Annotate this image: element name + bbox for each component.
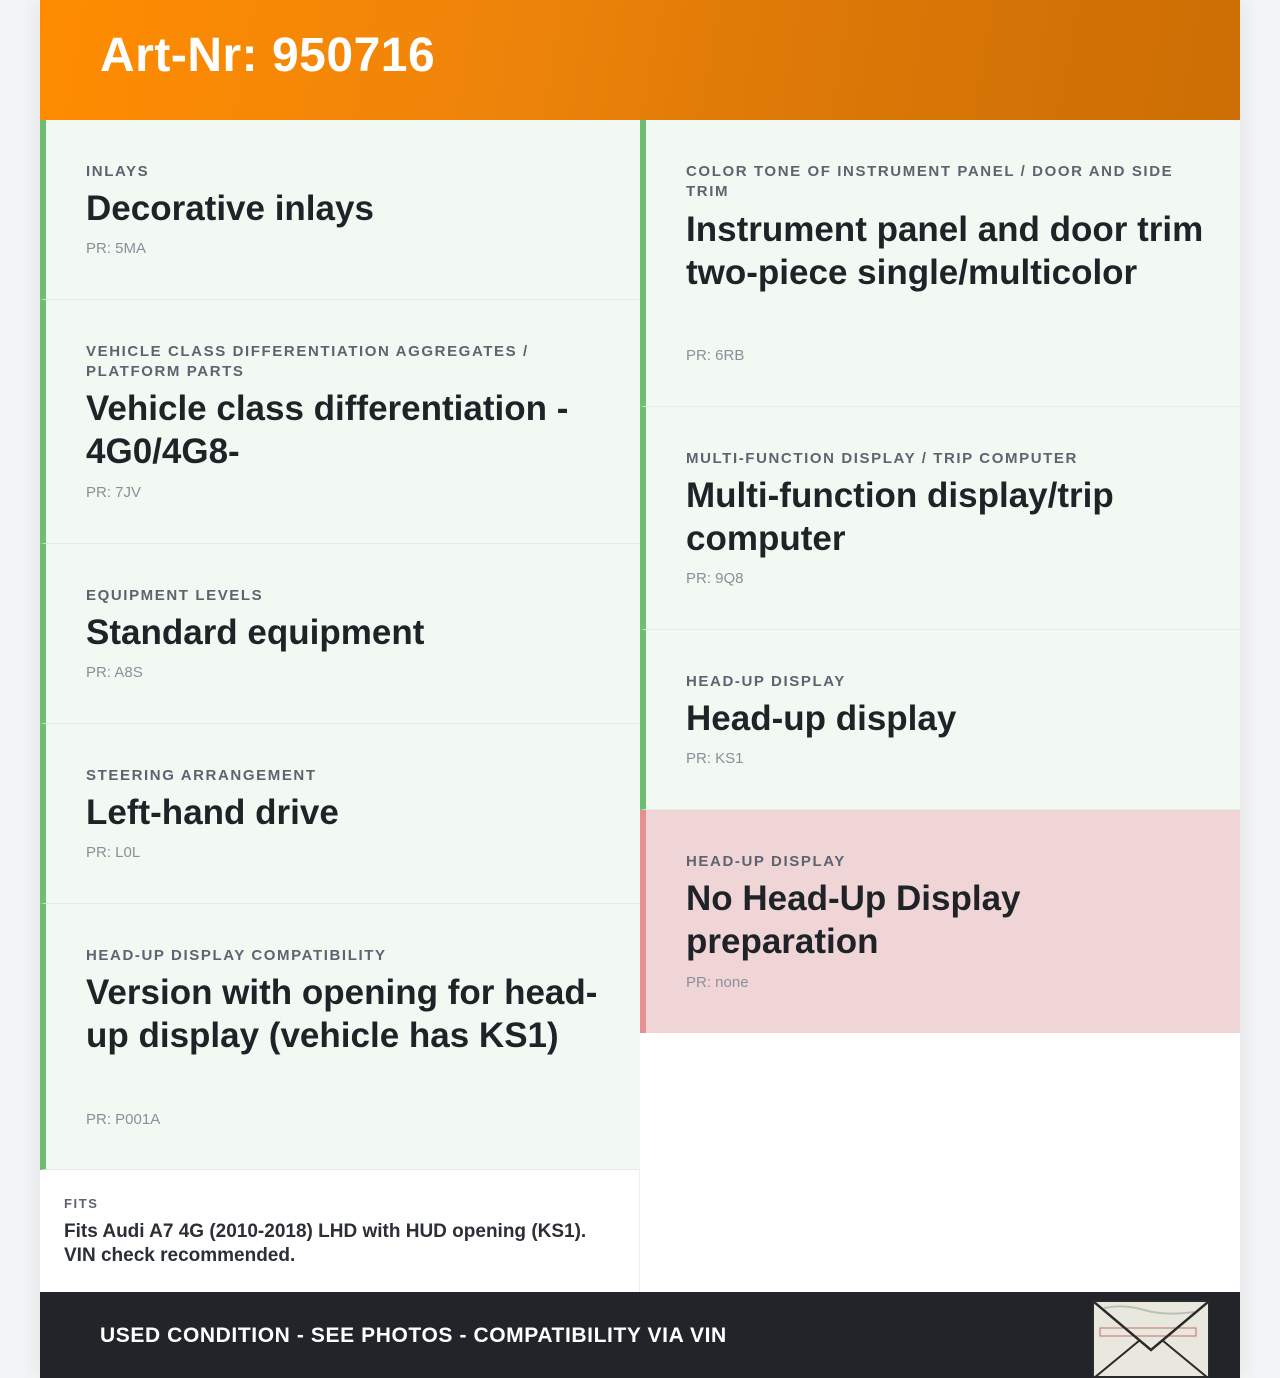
spec-card-pr-code: PR: L0L [86, 844, 141, 861]
spec-card-label: MULTI-FUNCTION DISPLAY / TRIP COMPUTER [686, 450, 1078, 467]
spec-card-label: EQUIPMENT LEVELS [86, 587, 264, 604]
fitment-note: FITS Fits Audi A7 4G (2010-2018) LHD wit… [40, 1170, 640, 1292]
spec-card-title: Version with opening for head-up display… [86, 973, 598, 1055]
spec-card-label: INLAYS [86, 163, 150, 180]
spec-card-pr-code: PR: 9Q8 [686, 570, 744, 587]
spec-card-label: STEERING ARRANGEMENT [86, 767, 317, 784]
spec-card-pr-code: PR: 7JV [86, 484, 142, 501]
spec-card-label: HEAD-UP DISPLAY [686, 853, 846, 870]
spec-card-label: VEHICLE CLASS DIFFERENTIATION AGGREGATES… [86, 343, 529, 380]
spec-card-pr-code: PR: A8S [86, 664, 143, 681]
spec-card-multi-function-display: MULTI-FUNCTION DISPLAY / TRIP COMPUTER M… [640, 407, 1240, 630]
spec-card-title: Head-up display [686, 699, 957, 738]
spec-card-equipment-levels: EQUIPMENT LEVELS Standard equipment PR: … [40, 544, 640, 724]
footer-bar: USED CONDITION - SEE PHOTOS - COMPATIBIL… [40, 1292, 1240, 1378]
spec-card-title: Left-hand drive [86, 793, 339, 832]
spec-sheet: Art-Nr: 950716 INLAYS Decorative inlays … [40, 0, 1240, 1378]
spec-card-pr-code: PR: P001A [86, 1111, 161, 1128]
spec-card-title: Multi-function display/trip computer [686, 476, 1114, 558]
fitment-text: Fits Audi A7 4G (2010-2018) LHD with HUD… [64, 1221, 587, 1266]
spec-card-label: COLOR TONE OF INSTRUMENT PANEL / DOOR AN… [686, 163, 1174, 200]
spec-card-label: HEAD-UP DISPLAY [686, 673, 846, 690]
spec-card-title: Standard equipment [86, 613, 425, 652]
spec-card-head-up-display: HEAD-UP DISPLAY Head-up display PR: KS1 [640, 630, 1240, 810]
footer-condition-text: USED CONDITION - SEE PHOTOS - COMPATIBIL… [100, 1324, 727, 1347]
spec-card-pr-code: PR: 5MA [86, 240, 147, 257]
spec-card-no-hud-preparation: HEAD-UP DISPLAY No Head-Up Display prepa… [640, 810, 1240, 1033]
spec-card-label: HEAD-UP DISPLAY COMPATIBILITY [86, 947, 387, 964]
spec-card-inlays: INLAYS Decorative inlays PR: 5MA [40, 120, 640, 300]
spec-card-pr-code: PR: none [686, 974, 749, 991]
fitment-label: FITS [64, 1196, 99, 1211]
spec-card-color-tone: COLOR TONE OF INSTRUMENT PANEL / DOOR AN… [640, 120, 1240, 407]
spec-card-title: Instrument panel and door trim two-piece… [686, 210, 1204, 292]
header-banner: Art-Nr: 950716 [40, 0, 1240, 120]
article-number-title: Art-Nr: 950716 [100, 29, 436, 82]
spec-card-steering: STEERING ARRANGEMENT Left-hand drive PR:… [40, 724, 640, 904]
spec-card-pr-code: PR: KS1 [686, 750, 744, 767]
spec-card-title: Vehicle class differentiation - 4G0/4G8- [86, 389, 569, 471]
spec-card-vehicle-class: VEHICLE CLASS DIFFERENTIATION AGGREGATES… [40, 300, 640, 544]
envelope-stamp-icon [1092, 1300, 1210, 1378]
spec-card-hud-compatibility: HEAD-UP DISPLAY COMPATIBILITY Version wi… [40, 904, 640, 1170]
spec-card-title: Decorative inlays [86, 189, 374, 228]
spec-card-pr-code: PR: 6RB [686, 347, 745, 364]
spec-card-title: No Head-Up Display preparation [686, 879, 1021, 961]
